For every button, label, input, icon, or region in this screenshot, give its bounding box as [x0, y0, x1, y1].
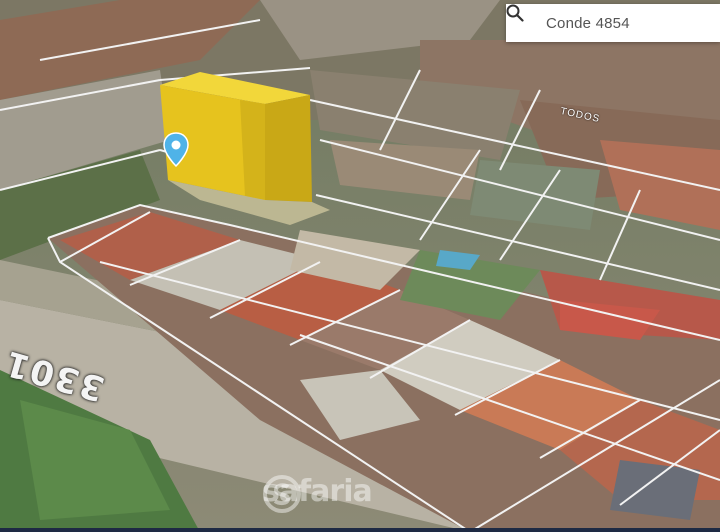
bottom-bar	[0, 528, 720, 532]
search-input[interactable]: Conde 4854	[546, 15, 630, 32]
safaria-logo-icon	[263, 475, 301, 513]
map-view[interactable]: 3301 TODOS safaria Conde 4854	[0, 0, 720, 532]
search-icon[interactable]	[506, 4, 536, 33]
satellite-map-3d[interactable]	[0, 0, 720, 532]
search-box[interactable]: Conde 4854	[506, 4, 720, 42]
watermark: safaria	[262, 474, 373, 513]
